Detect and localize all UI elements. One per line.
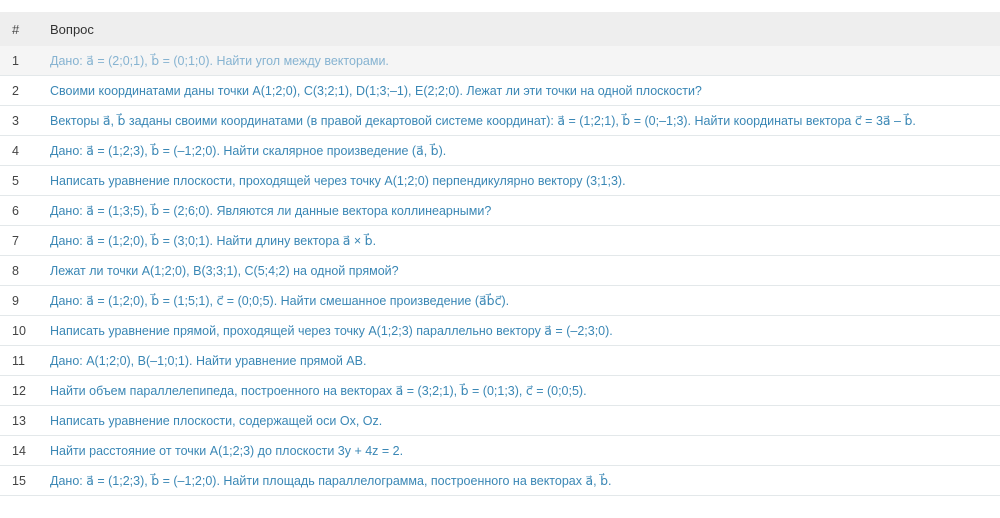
question-link[interactable]: Дано: a⃗ = (1;2;3), b⃗ = (–1;2;0). Найти… [50,473,611,488]
row-number: 12 [12,383,26,398]
question-link[interactable]: Найти объем параллелепипеда, построенног… [50,383,587,398]
table-row[interactable]: 2 Своими координатами даны точки A(1;2;0)… [0,76,1000,106]
table-row[interactable]: 7 Дано: a⃗ = (1;2;0), b⃗ = (3;0;1). Найти… [0,226,1000,256]
question-link[interactable]: Дано: a⃗ = (1;3;5), b⃗ = (2;6;0). Являют… [50,203,491,218]
table-row[interactable]: 13 Написать уравнение плоскости, содержащ… [0,406,1000,436]
table-row[interactable]: 15 Дано: a⃗ = (1;2;3), b⃗ = (–1;2;0). Най… [0,466,1000,496]
row-number: 2 [12,83,19,98]
row-number: 4 [12,143,19,158]
header-number: # [12,21,20,37]
question-link[interactable]: Дано: a⃗ = (1;2;0), b⃗ = (3;0;1). Найти … [50,233,376,248]
row-number: 15 [12,473,26,488]
table-row[interactable]: 4 Дано: a⃗ = (1;2;3), b⃗ = (–1;2;0). Найт… [0,136,1000,166]
question-link[interactable]: Написать уравнение плоскости, проходящей… [50,174,626,188]
table-row[interactable]: 14 Найти расстояние от точки A(1;2;3) до … [0,436,1000,466]
row-number: 7 [12,233,19,248]
table-row[interactable]: 11 Дано: A(1;2;0), B(–1;0;1). Найти уравн… [0,346,1000,376]
table-row[interactable]: 9 Дано: a⃗ = (1;2;0), b⃗ = (1;5;1), c⃗ = … [0,286,1000,316]
table-row[interactable]: 1 Дано: a⃗ = (2;0;1), b⃗ = (0;1;0). Найти… [0,46,1000,76]
row-number: 14 [12,443,26,458]
table-row[interactable]: 3 Векторы a⃗, b⃗ заданы своими координата… [0,106,1000,136]
question-link[interactable]: Векторы a⃗, b⃗ заданы своими координатам… [50,113,916,128]
question-link[interactable]: Дано: A(1;2;0), B(–1;0;1). Найти уравнен… [50,354,366,368]
table-row[interactable]: 6 Дано: a⃗ = (1;3;5), b⃗ = (2;6;0). Являю… [0,196,1000,226]
question-link[interactable]: Написать уравнение прямой, проходящей че… [50,323,613,338]
question-link[interactable]: Написать уравнение плоскости, содержащей… [50,414,382,428]
row-number: 8 [12,263,19,278]
table-row[interactable]: 8 Лежат ли точки A(1;2;0), B(3;3;1), C(5;… [0,256,1000,286]
table-row[interactable]: 10 Написать уравнение прямой, проходящей … [0,316,1000,346]
row-number: 1 [12,53,19,68]
row-number: 10 [12,323,26,338]
row-number: 6 [12,203,19,218]
row-number: 5 [12,173,19,188]
question-link[interactable]: Лежат ли точки A(1;2;0), B(3;3;1), C(5;4… [50,264,399,278]
header-question: Вопрос [50,21,94,37]
question-link[interactable]: Найти расстояние от точки A(1;2;3) до пл… [50,444,403,458]
row-number: 3 [12,113,19,128]
questions-table: # Вопрос 1 Дано: a⃗ = (2;0;1), b⃗ = (0;1;… [0,12,1000,496]
row-number: 11 [12,353,25,368]
table-row[interactable]: 12 Найти объем параллелепипеда, построенн… [0,376,1000,406]
row-number: 13 [12,413,26,428]
question-link[interactable]: Дано: a⃗ = (2;0;1), b⃗ = (0;1;0). Найти … [50,53,389,68]
table-row[interactable]: 5 Написать уравнение плоскости, проходяще… [0,166,1000,196]
question-link[interactable]: Дано: a⃗ = (1;2;0), b⃗ = (1;5;1), c⃗ = (… [50,293,509,308]
table-header: # Вопрос [0,12,1000,46]
row-number: 9 [12,293,19,308]
question-link[interactable]: Дано: a⃗ = (1;2;3), b⃗ = (–1;2;0). Найти… [50,143,446,158]
question-link[interactable]: Своими координатами даны точки A(1;2;0),… [50,84,702,98]
